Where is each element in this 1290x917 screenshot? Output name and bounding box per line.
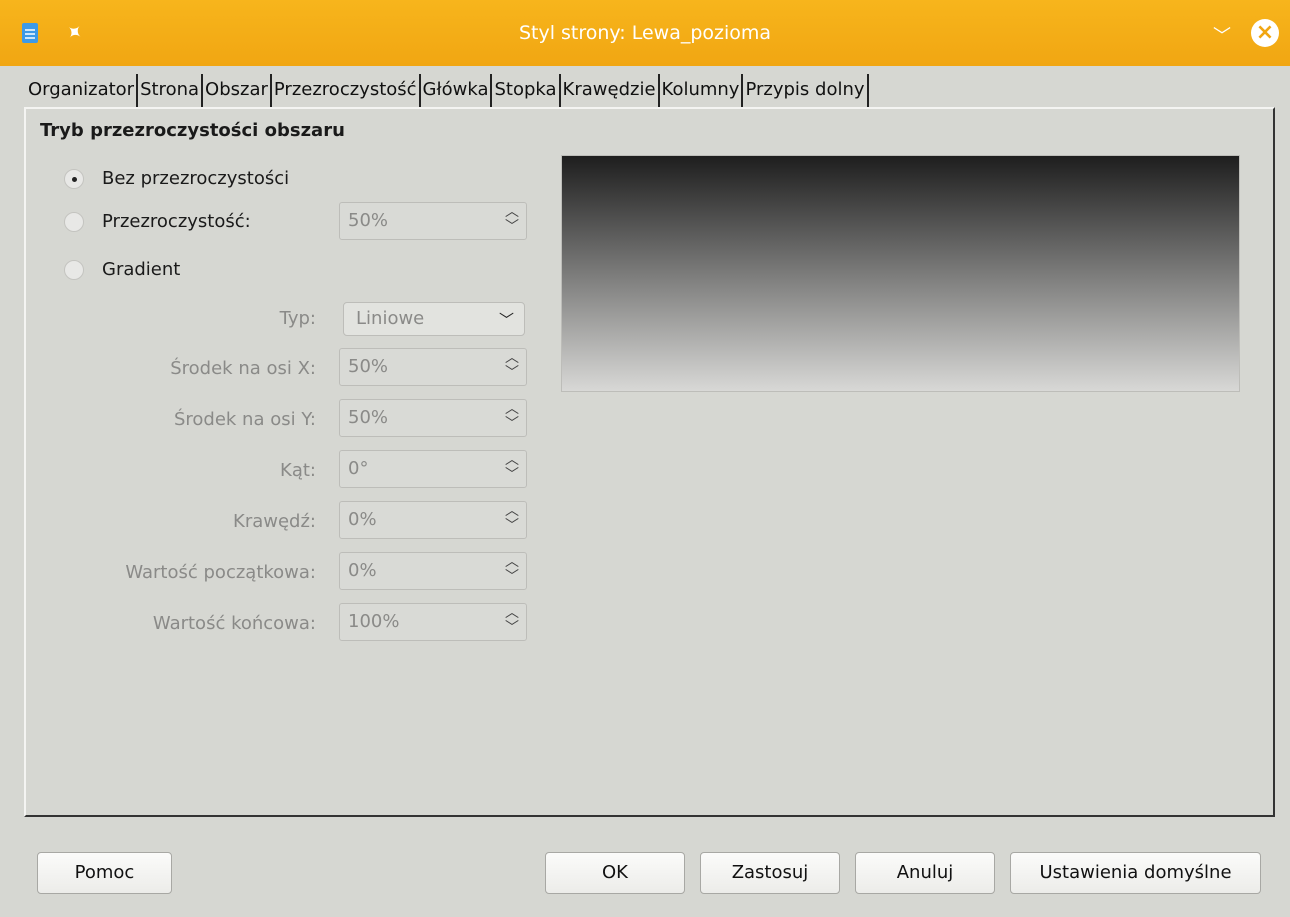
- ok-button[interactable]: OK: [545, 852, 685, 894]
- start-value-spinbox[interactable]: 0% ︿ ﹀: [339, 552, 527, 590]
- radio-transparency[interactable]: Przezroczystość:: [64, 211, 251, 232]
- chevron-up-icon[interactable]: ︿: [502, 504, 522, 519]
- chevron-down-icon[interactable]: ﹀: [502, 468, 522, 483]
- spin-value: 50%: [348, 356, 389, 377]
- radio-button[interactable]: [64, 211, 84, 232]
- tab-area[interactable]: Obszar: [203, 74, 272, 108]
- close-icon[interactable]: ×: [1251, 19, 1279, 47]
- select-value: Liniowe: [356, 308, 425, 329]
- apply-button[interactable]: Zastosuj: [700, 852, 840, 894]
- tab-borders[interactable]: Krawędzie: [561, 74, 660, 108]
- tab-columns[interactable]: Kolumny: [660, 74, 744, 108]
- end-value-spinbox[interactable]: 100% ︿ ﹀: [339, 603, 527, 641]
- tab-footer[interactable]: Stopka: [492, 74, 561, 108]
- radio-no-transparency[interactable]: Bez przezroczystości: [64, 168, 289, 189]
- cancel-button[interactable]: Anuluj: [855, 852, 995, 894]
- type-label: Typ:: [279, 308, 316, 329]
- tab-footnote[interactable]: Przypis dolny: [743, 74, 869, 108]
- end-value-label: Wartość końcowa:: [152, 613, 316, 634]
- radio-label: Gradient: [102, 259, 181, 280]
- tab-bar: Organizator Strona Obszar Przezroczystoś…: [26, 74, 869, 108]
- transparency-preview: [561, 155, 1240, 392]
- tab-page[interactable]: Strona: [138, 74, 204, 108]
- gradient-type-select[interactable]: Liniowe ﹀: [343, 302, 525, 336]
- radio-button[interactable]: [64, 168, 84, 189]
- chevron-down-icon[interactable]: ﹀: [502, 621, 522, 636]
- chevron-down-icon[interactable]: ﹀: [502, 417, 522, 432]
- chevron-down-icon: ﹀: [498, 311, 514, 329]
- spin-value: 0°: [348, 458, 369, 479]
- radio-label: Przezroczystość:: [102, 211, 251, 232]
- center-y-label: Środek na osi Y:: [173, 409, 316, 430]
- title-bar: ✦ Styl strony: Lewa_pozioma ﹀ ×: [0, 0, 1290, 66]
- center-y-spinbox[interactable]: 50% ︿ ﹀: [339, 399, 527, 437]
- help-button[interactable]: Pomoc: [37, 852, 172, 894]
- border-label: Krawędź:: [233, 511, 316, 532]
- chevron-down-icon[interactable]: ﹀: [502, 220, 522, 235]
- chevron-up-icon[interactable]: ︿: [502, 351, 522, 366]
- tab-transparency[interactable]: Przezroczystość: [271, 74, 421, 108]
- center-x-spinbox[interactable]: 50% ︿ ﹀: [339, 348, 527, 386]
- angle-label: Kąt:: [280, 460, 316, 481]
- section-title: Tryb przezroczystości obszaru: [40, 120, 345, 141]
- spin-value: 50%: [348, 210, 389, 231]
- chevron-up-icon[interactable]: ︿: [502, 205, 522, 220]
- tab-organizer[interactable]: Organizator: [26, 74, 139, 108]
- radio-gradient[interactable]: Gradient: [64, 259, 180, 280]
- radio-button[interactable]: [64, 259, 84, 280]
- spin-value: 0%: [348, 560, 377, 581]
- angle-spinbox[interactable]: 0° ︿ ﹀: [339, 450, 527, 488]
- border-spinbox[interactable]: 0% ︿ ﹀: [339, 501, 527, 539]
- spin-value: 100%: [348, 611, 400, 632]
- spin-value: 0%: [348, 509, 377, 530]
- chevron-up-icon[interactable]: ︿: [502, 453, 522, 468]
- chevron-down-icon[interactable]: ﹀: [502, 570, 522, 585]
- chevron-down-icon[interactable]: ﹀: [502, 519, 522, 534]
- reset-defaults-button[interactable]: Ustawienia domyślne: [1010, 852, 1261, 894]
- chevron-down-icon[interactable]: ﹀: [502, 366, 522, 381]
- transparency-spinbox[interactable]: 50% ︿ ﹀: [339, 202, 527, 240]
- minimize-icon[interactable]: ﹀: [1213, 22, 1231, 48]
- start-value-label: Wartość początkowa:: [125, 562, 316, 583]
- spin-value: 50%: [348, 407, 389, 428]
- chevron-up-icon[interactable]: ︿: [502, 555, 522, 570]
- chevron-up-icon[interactable]: ︿: [502, 402, 522, 417]
- tab-header[interactable]: Główka: [421, 74, 493, 108]
- chevron-up-icon[interactable]: ︿: [502, 606, 522, 621]
- center-x-label: Środek na osi X:: [170, 358, 316, 379]
- window-title: Styl strony: Lewa_pozioma: [518, 22, 772, 44]
- radio-label: Bez przezroczystości: [102, 168, 290, 189]
